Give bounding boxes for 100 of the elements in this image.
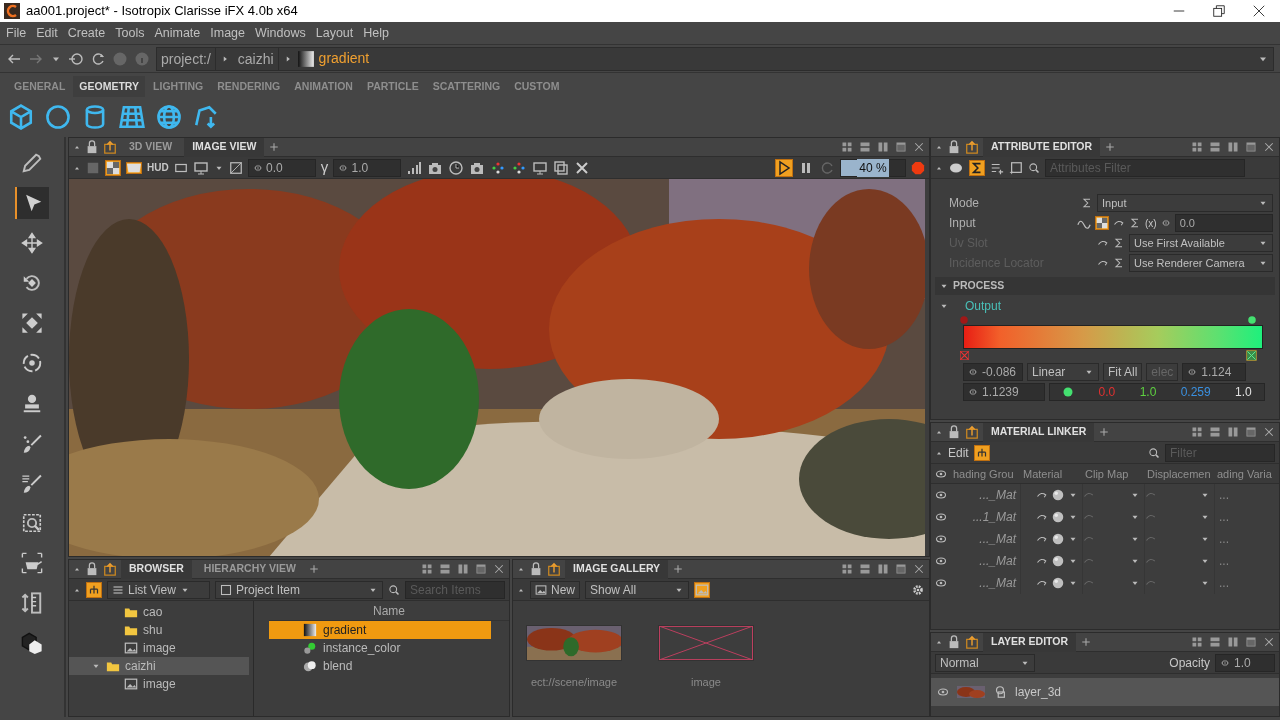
sphere-icon[interactable] — [1051, 488, 1065, 502]
checker-toggle[interactable] — [105, 159, 121, 176]
window-icon[interactable] — [1245, 141, 1257, 153]
zoom-field[interactable]: 40 % — [840, 158, 906, 177]
close-icon[interactable] — [1252, 4, 1266, 18]
columns-layout-icon[interactable] — [877, 141, 889, 153]
rows-layout-icon[interactable] — [1209, 636, 1221, 648]
tree-item[interactable]: caizhi — [69, 657, 249, 675]
gradient-ramp[interactable] — [963, 325, 1263, 349]
position-field[interactable]: -0.086 — [963, 363, 1023, 381]
rows-layout-icon[interactable] — [439, 563, 451, 575]
export-icon[interactable] — [547, 562, 561, 576]
menu-item[interactable]: Create — [67, 23, 106, 43]
rows-layout-icon[interactable] — [859, 141, 871, 153]
texture-toggle[interactable] — [1095, 216, 1109, 230]
columns-layout-icon[interactable] — [1227, 141, 1239, 153]
search-icon[interactable] — [1148, 446, 1160, 459]
lock-icon[interactable] — [85, 140, 99, 154]
sphere-icon[interactable] — [1051, 510, 1065, 524]
shelf-tab[interactable]: GEOMETRY — [73, 75, 146, 98]
menu-item[interactable]: Animate — [154, 23, 201, 43]
panel-tab[interactable]: BROWSER — [121, 560, 192, 579]
section-header[interactable]: PROCESS — [935, 277, 1275, 295]
export-icon[interactable] — [103, 562, 117, 576]
empty-image-icon[interactable] — [658, 625, 754, 661]
menu-item[interactable]: Edit — [36, 23, 58, 43]
tools-icon[interactable] — [574, 159, 591, 176]
key-marker-icon[interactable] — [1246, 350, 1257, 361]
columns-layout-icon[interactable] — [457, 563, 469, 575]
history-icon[interactable] — [448, 159, 465, 176]
globe-icon[interactable] — [156, 104, 182, 130]
rows-layout-icon[interactable] — [1209, 426, 1221, 438]
tool-button[interactable] — [15, 187, 49, 219]
menu-item[interactable]: Windows — [255, 23, 306, 43]
lock-icon[interactable] — [85, 562, 99, 576]
shelf-tab[interactable]: CUSTOM — [508, 75, 566, 98]
eye-icon[interactable] — [935, 555, 947, 567]
panel-tab[interactable]: 3D VIEW — [121, 138, 181, 157]
history-icon[interactable] — [68, 50, 84, 67]
columns-layout-icon[interactable] — [1227, 426, 1239, 438]
window-icon[interactable] — [895, 141, 907, 153]
panel-tab[interactable]: HIERARCHY VIEW — [195, 560, 304, 579]
table-cell[interactable]: ... — [1215, 528, 1279, 550]
record-icon[interactable] — [911, 160, 925, 175]
path-segment[interactable]: gradient — [318, 48, 370, 69]
shelf-tab[interactable]: GENERAL — [8, 75, 72, 98]
color-key-icon[interactable] — [1247, 315, 1257, 325]
search-icon[interactable] — [388, 583, 400, 596]
path-segment[interactable]: caizhi — [233, 47, 279, 70]
list-item[interactable]: gradient — [269, 621, 491, 639]
menu-item[interactable]: Help — [363, 23, 389, 43]
add-tab-icon[interactable] — [1080, 636, 1093, 648]
export-icon[interactable] — [103, 140, 117, 154]
grid-layout-icon[interactable] — [421, 563, 433, 575]
eye-icon[interactable] — [935, 533, 947, 545]
eye-icon[interactable] — [935, 511, 947, 523]
gamma-field[interactable]: 1.0 — [333, 158, 402, 177]
tree-toggle[interactable] — [86, 581, 102, 598]
hud-toggle[interactable]: HUD — [147, 160, 169, 175]
polygon-import-icon[interactable] — [193, 104, 219, 130]
attribute-field[interactable]: 0.0 — [1174, 214, 1273, 232]
rows-layout-icon[interactable] — [1209, 141, 1221, 153]
menu-item[interactable]: Image — [210, 23, 246, 43]
sphere-icon[interactable] — [1051, 576, 1065, 590]
add-tab-icon[interactable] — [1098, 426, 1111, 438]
grid-layout-icon[interactable] — [1191, 141, 1203, 153]
key-marker-icon[interactable] — [959, 350, 970, 361]
new-button[interactable]: New — [530, 580, 580, 599]
eye-icon[interactable] — [935, 489, 947, 501]
table-cell[interactable]: ... — [1215, 550, 1279, 572]
filter-dropdown[interactable]: Show All — [585, 580, 689, 599]
list-item[interactable]: blend — [269, 657, 491, 675]
opacity-field[interactable]: 1.0 — [1215, 653, 1275, 672]
add-tab-icon[interactable] — [1104, 141, 1117, 153]
sigma-icon[interactable] — [1081, 197, 1093, 209]
add-tab-icon[interactable] — [672, 563, 685, 575]
eye-icon[interactable] — [937, 686, 949, 698]
eye-icon[interactable] — [935, 577, 947, 589]
sigma-icon[interactable] — [1113, 237, 1125, 249]
shelf-tab[interactable]: PARTICLE — [360, 75, 425, 98]
sphere-icon[interactable] — [1051, 554, 1065, 568]
lock-icon[interactable] — [947, 140, 961, 154]
grid-layout-icon[interactable] — [1191, 426, 1203, 438]
image-toggle[interactable] — [694, 581, 710, 598]
shelf-tab[interactable]: ANIMATION — [288, 75, 359, 98]
view-dropdown[interactable]: List View — [107, 580, 210, 599]
menu-item[interactable]: File — [6, 23, 27, 43]
cube-icon[interactable] — [8, 104, 34, 130]
table-cell[interactable]: ... — [1215, 572, 1279, 594]
layers-icon[interactable] — [553, 159, 570, 176]
shelf-tab[interactable]: SCATTERING — [426, 75, 507, 98]
monitor-icon[interactable] — [192, 159, 209, 176]
columns-layout-icon[interactable] — [877, 563, 889, 575]
display-icon[interactable] — [532, 159, 549, 176]
exposure-icon[interactable] — [228, 160, 243, 175]
exposure-field[interactable]: 0.0 — [247, 158, 316, 177]
blend-mode-dropdown[interactable]: Normal — [935, 653, 1035, 672]
sphere-icon[interactable] — [1051, 532, 1065, 546]
range-field[interactable]: 1.124 — [1182, 363, 1247, 381]
path-segment[interactable]: project:/ — [157, 47, 216, 70]
